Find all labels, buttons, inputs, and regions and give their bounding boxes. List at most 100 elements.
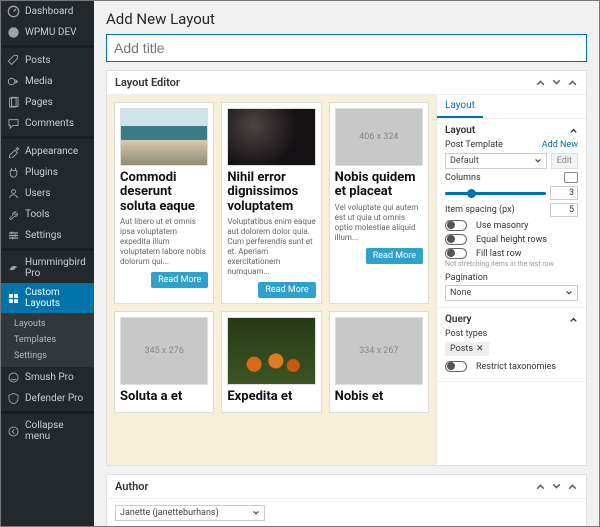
sidebar-item-label: Appearance <box>25 146 78 157</box>
layout-card[interactable]: Nihil error dignissimos voluptatem Volup… <box>221 102 321 304</box>
panel-title: Author <box>115 480 148 493</box>
sidebar-item-label: Defender Pro <box>25 393 83 404</box>
chevron-down-icon[interactable] <box>551 481 562 492</box>
sidebar-item-collapse[interactable]: Collapse menu <box>1 416 94 446</box>
sidebar-item-wpmu-dev[interactable]: WPMU DEV <box>1 22 94 43</box>
sidebar-item-label: WPMU DEV <box>25 27 77 38</box>
author-panel: Author Janette (janetteburhans) <box>106 474 587 526</box>
plugins-icon <box>7 166 20 179</box>
equal-rows-toggle[interactable] <box>445 234 467 245</box>
sidebar-item-label: Plugins <box>25 167 58 178</box>
post-template-select[interactable]: Default <box>445 153 547 169</box>
title-input-wrap <box>106 34 587 62</box>
author-select[interactable]: Janette (janetteburhans) <box>115 505 265 521</box>
card-title: Commodi deserunt soluta eaque <box>120 171 208 214</box>
sidebar-item-pages[interactable]: Pages <box>1 92 94 113</box>
read-more-button[interactable]: Read More <box>366 248 423 264</box>
card-thumbnail <box>227 317 315 385</box>
sidebar-item-media[interactable]: Media <box>1 71 94 92</box>
author-body: Janette (janetteburhans) <box>107 499 586 526</box>
desktop-icon[interactable] <box>564 172 578 183</box>
chevron-up-icon[interactable] <box>569 126 578 135</box>
card-thumbnail: 334 x 267 <box>335 317 423 385</box>
submenu-layouts[interactable]: Layouts <box>1 316 94 332</box>
comments-icon <box>7 117 20 130</box>
layout-card[interactable]: 334 x 267 Nobis et <box>329 311 429 413</box>
chevron-up-icon[interactable] <box>567 77 578 88</box>
chevron-up-icon[interactable] <box>569 315 578 324</box>
panel-header: Author <box>107 475 586 499</box>
chevron-up-icon[interactable] <box>567 481 578 492</box>
cards-canvas: Commodi deserunt soluta eaque Aut libero… <box>107 95 436 465</box>
sidebar-separator <box>1 45 94 48</box>
tools-icon <box>7 208 20 221</box>
chevron-up-icon[interactable] <box>535 77 546 88</box>
chevron-up-icon[interactable] <box>535 481 546 492</box>
fill-hint: Not stretching items in the last row. <box>445 260 578 268</box>
sidebar-item-hummingbird[interactable]: Hummingbird Pro <box>1 253 94 283</box>
layout-card[interactable]: 345 x 276 Soluta a et <box>114 311 214 413</box>
read-more-button[interactable]: Read More <box>258 282 315 298</box>
sidebar-separator <box>1 136 94 139</box>
sidebar-item-users[interactable]: Users <box>1 183 94 204</box>
close-icon[interactable]: ✕ <box>476 344 484 354</box>
panel-controls <box>535 481 578 492</box>
section-layout: Layout Post Template Add New Default <box>437 119 586 308</box>
submenu-settings[interactable]: Settings <box>1 348 94 364</box>
sidebar-item-plugins[interactable]: Plugins <box>1 162 94 183</box>
sidebar-item-defender[interactable]: Defender Pro <box>1 388 94 409</box>
page-title: Add New Layout <box>94 1 599 34</box>
layouts-icon <box>7 292 20 305</box>
dashboard-icon <box>7 5 20 18</box>
restrict-tax-toggle[interactable] <box>445 361 467 372</box>
sidebar-item-label: Pages <box>25 97 53 108</box>
columns-slider[interactable] <box>445 192 546 195</box>
panel-controls <box>535 77 578 88</box>
read-more-button[interactable]: Read More <box>151 272 208 288</box>
columns-label: Columns <box>445 173 481 183</box>
card-title: Nihil error dignissimos voluptatem <box>227 171 315 214</box>
add-new-link[interactable]: Add New <box>542 140 578 150</box>
pagination-select[interactable]: None <box>445 285 578 301</box>
sidebar-item-appearance[interactable]: Appearance <box>1 141 94 162</box>
sidebar-separator <box>1 248 94 251</box>
post-template-label: Post Template <box>445 140 503 150</box>
sidebar-item-label: Tools <box>25 209 49 220</box>
fill-last-row-toggle[interactable] <box>445 248 467 259</box>
sidebar-item-custom-layouts[interactable]: Custom Layouts <box>1 283 94 313</box>
card-thumbnail: 406 x 324 <box>335 108 423 166</box>
layout-title-input[interactable] <box>106 34 587 62</box>
layout-card[interactable]: Commodi deserunt soluta eaque Aut libero… <box>114 102 214 304</box>
cards-grid: Commodi deserunt soluta eaque Aut libero… <box>114 102 429 413</box>
sidebar-item-dashboard[interactable]: Dashboard <box>1 1 94 22</box>
main-area: Add New Layout Layout Editor <box>94 1 599 526</box>
fill-last-row-label: Fill last row <box>476 249 578 259</box>
chevron-down-icon <box>252 509 260 517</box>
sidebar-item-posts[interactable]: Posts <box>1 50 94 71</box>
pagination-label: Pagination <box>445 273 578 283</box>
sidebar-item-settings[interactable]: Settings <box>1 225 94 246</box>
layout-card[interactable]: Expedita et <box>221 311 321 413</box>
item-spacing-value[interactable]: 5 <box>550 203 578 217</box>
panel-title: Layout Editor <box>115 76 180 89</box>
item-spacing-label: Item spacing (px) <box>445 205 515 215</box>
pages-icon <box>7 96 20 109</box>
sidebar-item-label: Custom Layouts <box>25 287 88 309</box>
admin-sidebar: Dashboard WPMU DEV Posts Media Pages Com… <box>1 1 94 526</box>
sidebar-item-smush[interactable]: Smush Pro <box>1 367 94 388</box>
section-query: Query Post types Posts ✕ Restrict taxono… <box>437 308 586 382</box>
tab-layout[interactable]: Layout <box>437 95 483 118</box>
wpmu-icon <box>7 26 20 39</box>
sidebar-item-comments[interactable]: Comments <box>1 113 94 134</box>
columns-value[interactable]: 3 <box>550 186 578 200</box>
card-title: Soluta a et <box>120 390 208 404</box>
edit-button[interactable]: Edit <box>551 153 578 169</box>
submenu-templates[interactable]: Templates <box>1 332 94 348</box>
sidebar-item-tools[interactable]: Tools <box>1 204 94 225</box>
post-types-chip[interactable]: Posts ✕ <box>445 342 489 356</box>
card-thumbnail <box>120 108 208 166</box>
layout-card[interactable]: 406 x 324 Nobis quidem et placeat Vel vo… <box>329 102 429 304</box>
restrict-tax-label: Restrict taxonomies <box>476 362 578 372</box>
use-masonry-toggle[interactable] <box>445 220 467 231</box>
chevron-down-icon[interactable] <box>551 77 562 88</box>
